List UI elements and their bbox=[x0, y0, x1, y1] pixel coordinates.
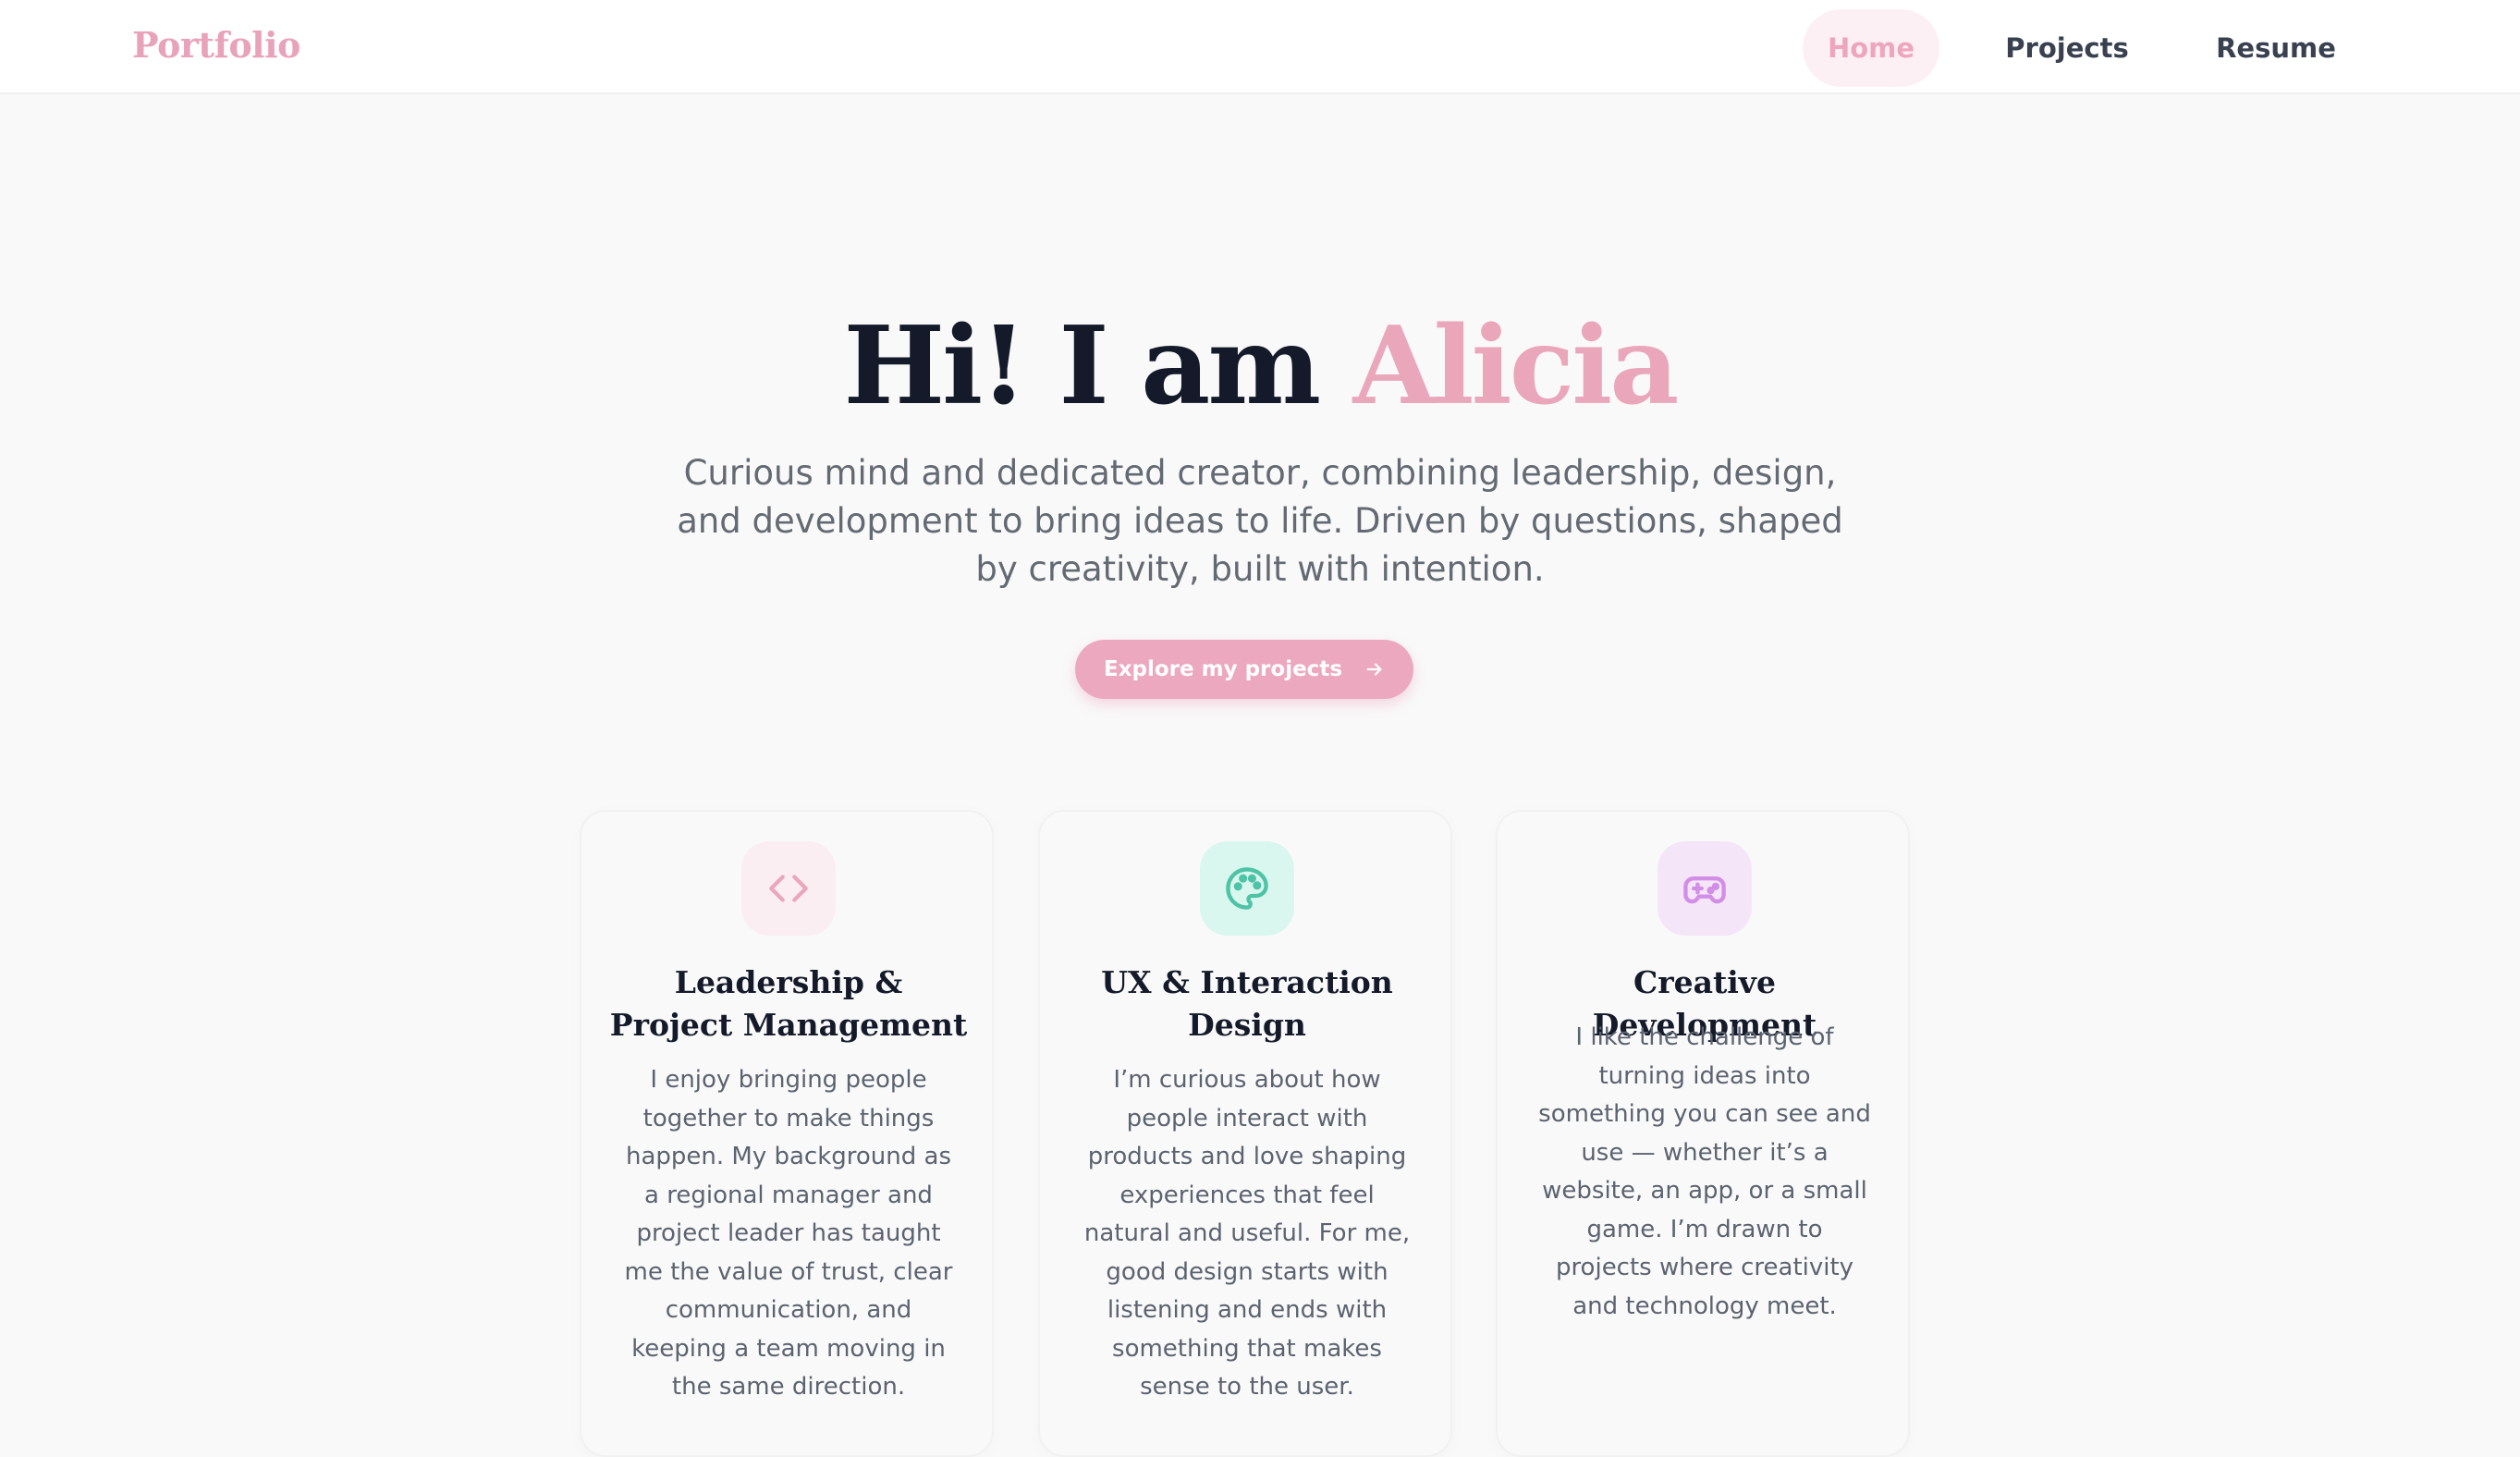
card-description: I enjoy bringing people together to make… bbox=[624, 1066, 953, 1401]
card-description: I’m curious about how people interact wi… bbox=[1083, 1066, 1411, 1401]
card-title: UX & Interaction Design bbox=[1101, 964, 1393, 1043]
hero-title: Hi! I am Alicia bbox=[0, 303, 2520, 429]
palette-icon bbox=[1200, 841, 1294, 936]
card-title: Leadership & Project Management bbox=[609, 964, 968, 1043]
explore-projects-button[interactable]: Explore my projects bbox=[1075, 640, 1413, 699]
hero-title-name: Alicia bbox=[1352, 303, 1679, 429]
skill-card-creative-dev: Creative Development I like the challeng… bbox=[1496, 810, 1910, 1457]
nav-projects[interactable]: Projects bbox=[1986, 9, 2148, 87]
hero-subtitle: Curious mind and dedicated creator, comb… bbox=[677, 453, 1843, 589]
arrow-right-icon bbox=[1364, 659, 1385, 680]
brand-logo[interactable]: Portfolio bbox=[132, 24, 300, 66]
nav-home[interactable]: Home bbox=[1803, 9, 1939, 87]
gamepad-icon bbox=[1658, 841, 1752, 936]
card-description: I like the challenge of turning ideas in… bbox=[1538, 1023, 1871, 1320]
skill-card-ux: UX & Interaction Design I’m curious abou… bbox=[1038, 810, 1452, 1457]
nav-resume[interactable]: Resume bbox=[2198, 9, 2354, 87]
explore-projects-label: Explore my projects bbox=[1103, 657, 1343, 681]
skill-card-leadership: Leadership & Project Management I enjoy … bbox=[580, 810, 994, 1457]
top-navbar: Portfolio Home Projects Resume bbox=[0, 0, 2520, 94]
code-icon bbox=[741, 841, 836, 936]
hero-title-prefix: Hi! I am bbox=[843, 303, 1353, 429]
